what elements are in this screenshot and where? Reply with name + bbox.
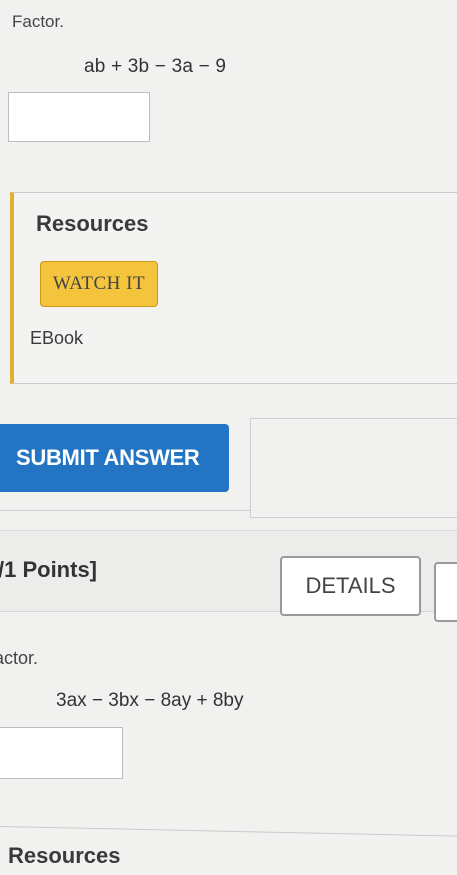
question-prompt-2: actor. bbox=[0, 648, 39, 668]
submit-area-frame bbox=[250, 418, 457, 518]
divider-2 bbox=[0, 826, 457, 837]
ebook-link[interactable]: EBook bbox=[30, 328, 83, 349]
resources-title: Resources bbox=[36, 211, 149, 236]
points-label: /1 Points] bbox=[0, 557, 98, 582]
header-action-button[interactable] bbox=[434, 562, 457, 622]
answer-input[interactable] bbox=[8, 92, 150, 142]
details-button[interactable]: DETAILS bbox=[280, 556, 421, 616]
math-expression-2: 3ax − 3bx − 8ay + 8by bbox=[56, 690, 244, 711]
question-prompt: Factor. bbox=[12, 12, 64, 31]
divider bbox=[0, 510, 250, 511]
submit-answer-button[interactable]: SUBMIT ANSWER bbox=[0, 424, 229, 492]
math-expression: ab + 3b − 3a − 9 bbox=[84, 56, 227, 77]
resources-title-2: Resources bbox=[8, 843, 121, 868]
watch-it-button[interactable]: WATCH IT bbox=[40, 261, 158, 307]
answer-input-2[interactable] bbox=[0, 727, 123, 779]
